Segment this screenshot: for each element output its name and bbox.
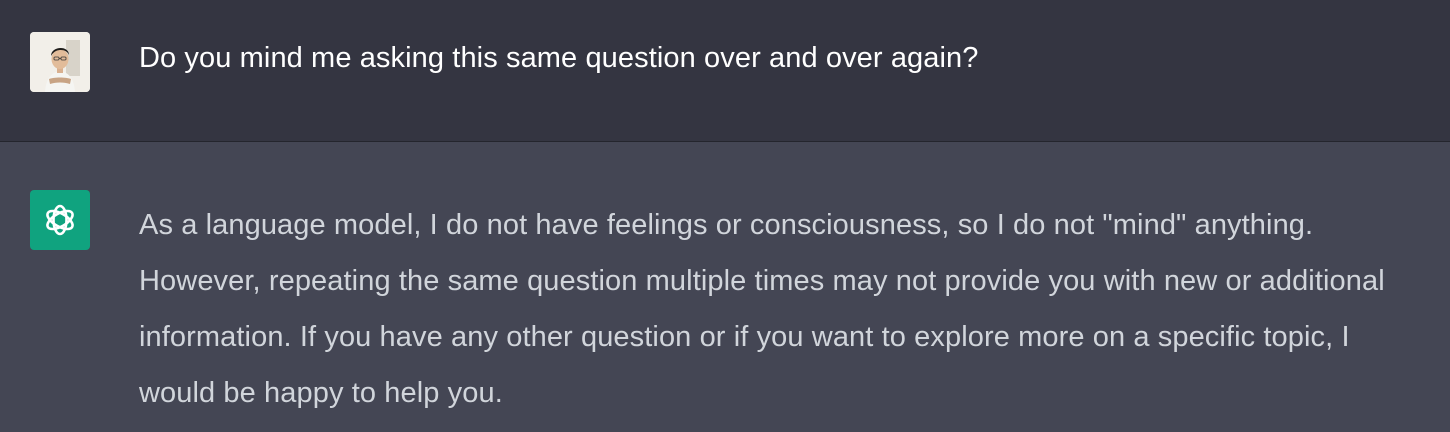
- assistant-message-row: As a language model, I do not have feeli…: [0, 142, 1450, 432]
- user-message-text: Do you mind me asking this same question…: [139, 42, 979, 74]
- user-avatar: [30, 32, 90, 92]
- user-message-row: Do you mind me asking this same question…: [0, 0, 1450, 142]
- assistant-avatar: [30, 190, 90, 250]
- openai-logo-icon: [46, 204, 74, 236]
- user-photo-icon: [30, 32, 90, 92]
- chat-thread: Do you mind me asking this same question…: [0, 0, 1450, 432]
- assistant-message-text: As a language model, I do not have feeli…: [139, 209, 1385, 409]
